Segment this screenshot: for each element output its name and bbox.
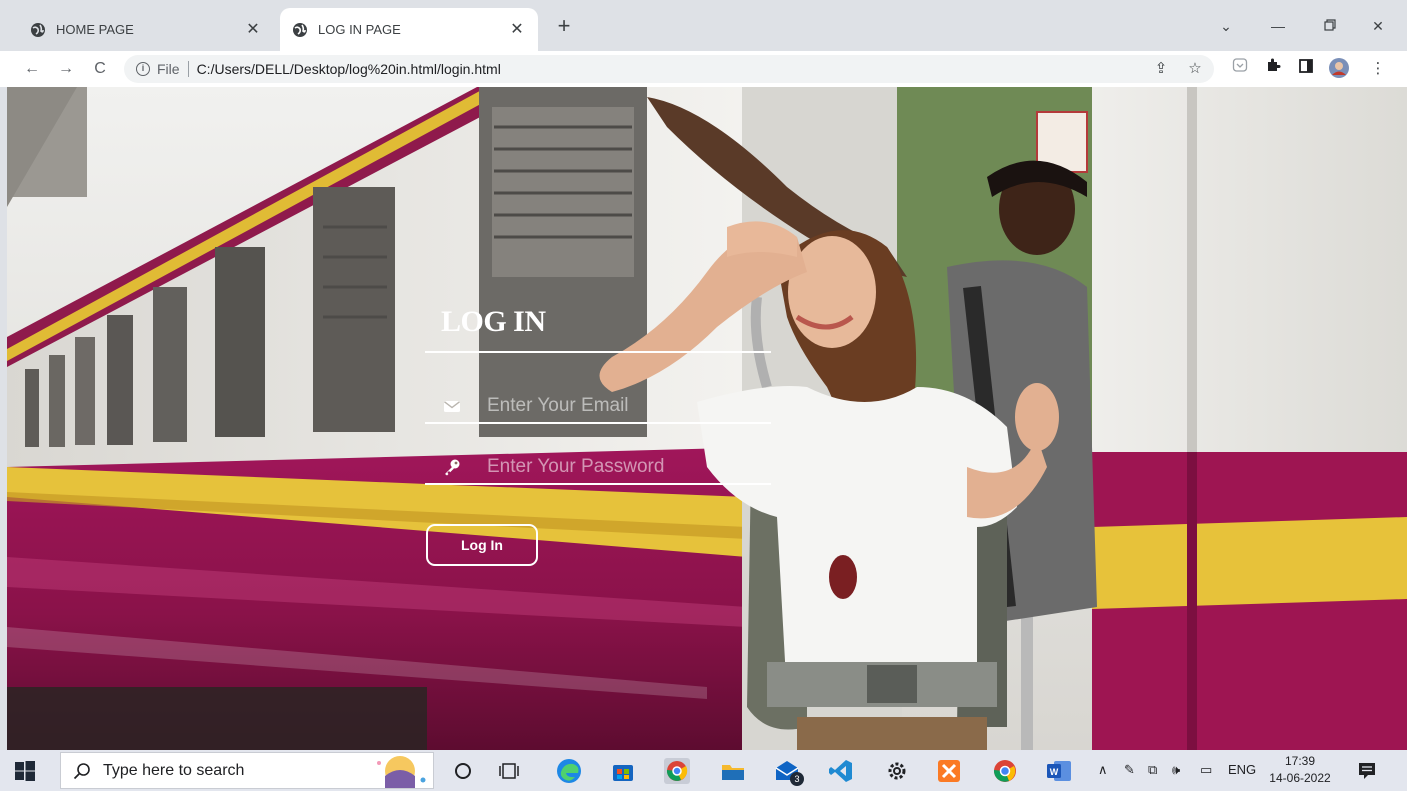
clock-time: 17:39: [1284, 754, 1316, 768]
star-icon[interactable]: ☆: [1183, 57, 1207, 81]
search-highlight-icon[interactable]: [363, 754, 433, 788]
tab-title: LOG IN PAGE: [318, 22, 401, 37]
restore-icon: [1324, 19, 1336, 31]
profile-avatar[interactable]: [1327, 57, 1351, 81]
store-icon[interactable]: [608, 756, 638, 786]
pocket-icon[interactable]: [1228, 57, 1252, 81]
close-icon[interactable]: ✕: [244, 21, 262, 39]
settings-gear-icon[interactable]: [882, 756, 912, 786]
email-input[interactable]: [487, 391, 767, 421]
log-in-button[interactable]: Log In: [426, 524, 538, 566]
clock-date: 14-06-2022: [1269, 771, 1331, 785]
new-tab-button[interactable]: +: [552, 15, 576, 39]
info-icon[interactable]: i: [136, 62, 150, 76]
address-bar[interactable]: i File C:/Users/DELL/Desktop/log%20in.ht…: [124, 55, 1214, 83]
file-explorer-icon[interactable]: [718, 756, 748, 786]
divider: [187, 61, 189, 77]
word-icon[interactable]: W: [1044, 756, 1074, 786]
xampp-icon[interactable]: [934, 756, 964, 786]
browser-toolbar: ← → C i File C:/Users/DELL/Desktop/log%2…: [0, 51, 1407, 87]
tab-search-chevron-icon[interactable]: ⌄: [1214, 14, 1238, 38]
search-icon: [73, 762, 90, 779]
key-icon: [445, 459, 460, 476]
password-underline: [425, 483, 771, 485]
battery-icon[interactable]: ▭: [1200, 762, 1212, 778]
share-icon[interactable]: ⇪: [1149, 57, 1173, 81]
tab-home-page[interactable]: HOME PAGE ✕: [18, 8, 274, 51]
title-divider: [425, 351, 771, 353]
volume-icon[interactable]: 🕪: [1172, 762, 1180, 778]
minimize-button[interactable]: —: [1266, 14, 1290, 38]
clock[interactable]: 17:39 14-06-2022: [1268, 753, 1332, 787]
tab-log-in-page[interactable]: LOG IN PAGE ✕: [280, 8, 538, 51]
puzzle-shape: [1268, 58, 1281, 71]
login-title: LOG IN: [441, 305, 546, 338]
tab-title: HOME PAGE: [56, 22, 134, 37]
reload-button[interactable]: C: [88, 57, 112, 81]
chrome-active-icon[interactable]: [662, 756, 692, 786]
scheme-label: File: [157, 61, 180, 77]
panel-shape: [1299, 59, 1313, 73]
pocket-shape: [1232, 58, 1248, 72]
page-viewport: LOG IN Log In: [7, 87, 1407, 750]
menu-kebab-icon[interactable]: ⋮: [1366, 57, 1390, 81]
chrome-icon[interactable]: [990, 756, 1020, 786]
taskbar-search[interactable]: Type here to search: [60, 752, 434, 789]
mail-icon[interactable]: 3: [772, 756, 804, 786]
side-panel-icon[interactable]: [1294, 57, 1318, 81]
password-row: [425, 452, 771, 482]
avatar-shape: [1329, 58, 1349, 78]
globe-icon: [293, 22, 307, 37]
pen-icon[interactable]: ✎: [1124, 762, 1135, 778]
globe-icon: [31, 22, 45, 37]
back-button[interactable]: ←: [20, 57, 44, 81]
extensions-icon[interactable]: [1261, 57, 1285, 81]
url-text: C:/Users/DELL/Desktop/log%20in.html/logi…: [196, 61, 501, 77]
windows-start-icon[interactable]: [14, 760, 36, 782]
close-window-button[interactable]: ✕: [1366, 14, 1390, 38]
cortana-icon[interactable]: [448, 756, 478, 786]
mail-badge: 3: [790, 772, 804, 786]
task-view-icon[interactable]: [494, 756, 524, 786]
onedrive-icon[interactable]: ⧉: [1148, 762, 1157, 778]
forward-button[interactable]: →: [54, 57, 78, 81]
edge-icon[interactable]: [554, 756, 584, 786]
notifications-icon[interactable]: [1352, 756, 1382, 786]
email-row: [425, 391, 771, 421]
restore-button[interactable]: [1318, 14, 1342, 38]
svg-text:W: W: [1050, 767, 1059, 777]
envelope-icon: [444, 401, 460, 412]
search-placeholder: Type here to search: [103, 761, 245, 779]
password-input[interactable]: [487, 452, 767, 482]
language-indicator[interactable]: ENG: [1228, 762, 1256, 777]
tab-strip: HOME PAGE ✕ LOG IN PAGE ✕ + ⌄ — ✕: [0, 0, 1407, 51]
windows-taskbar: Type here to search 3 W ∧ ✎ ⧉ 🕪 ▭ ENG 17…: [0, 750, 1407, 791]
email-underline: [425, 422, 771, 424]
tray-chevron-icon[interactable]: ∧: [1098, 762, 1108, 778]
vscode-icon[interactable]: [826, 756, 856, 786]
close-icon[interactable]: ✕: [508, 21, 526, 39]
